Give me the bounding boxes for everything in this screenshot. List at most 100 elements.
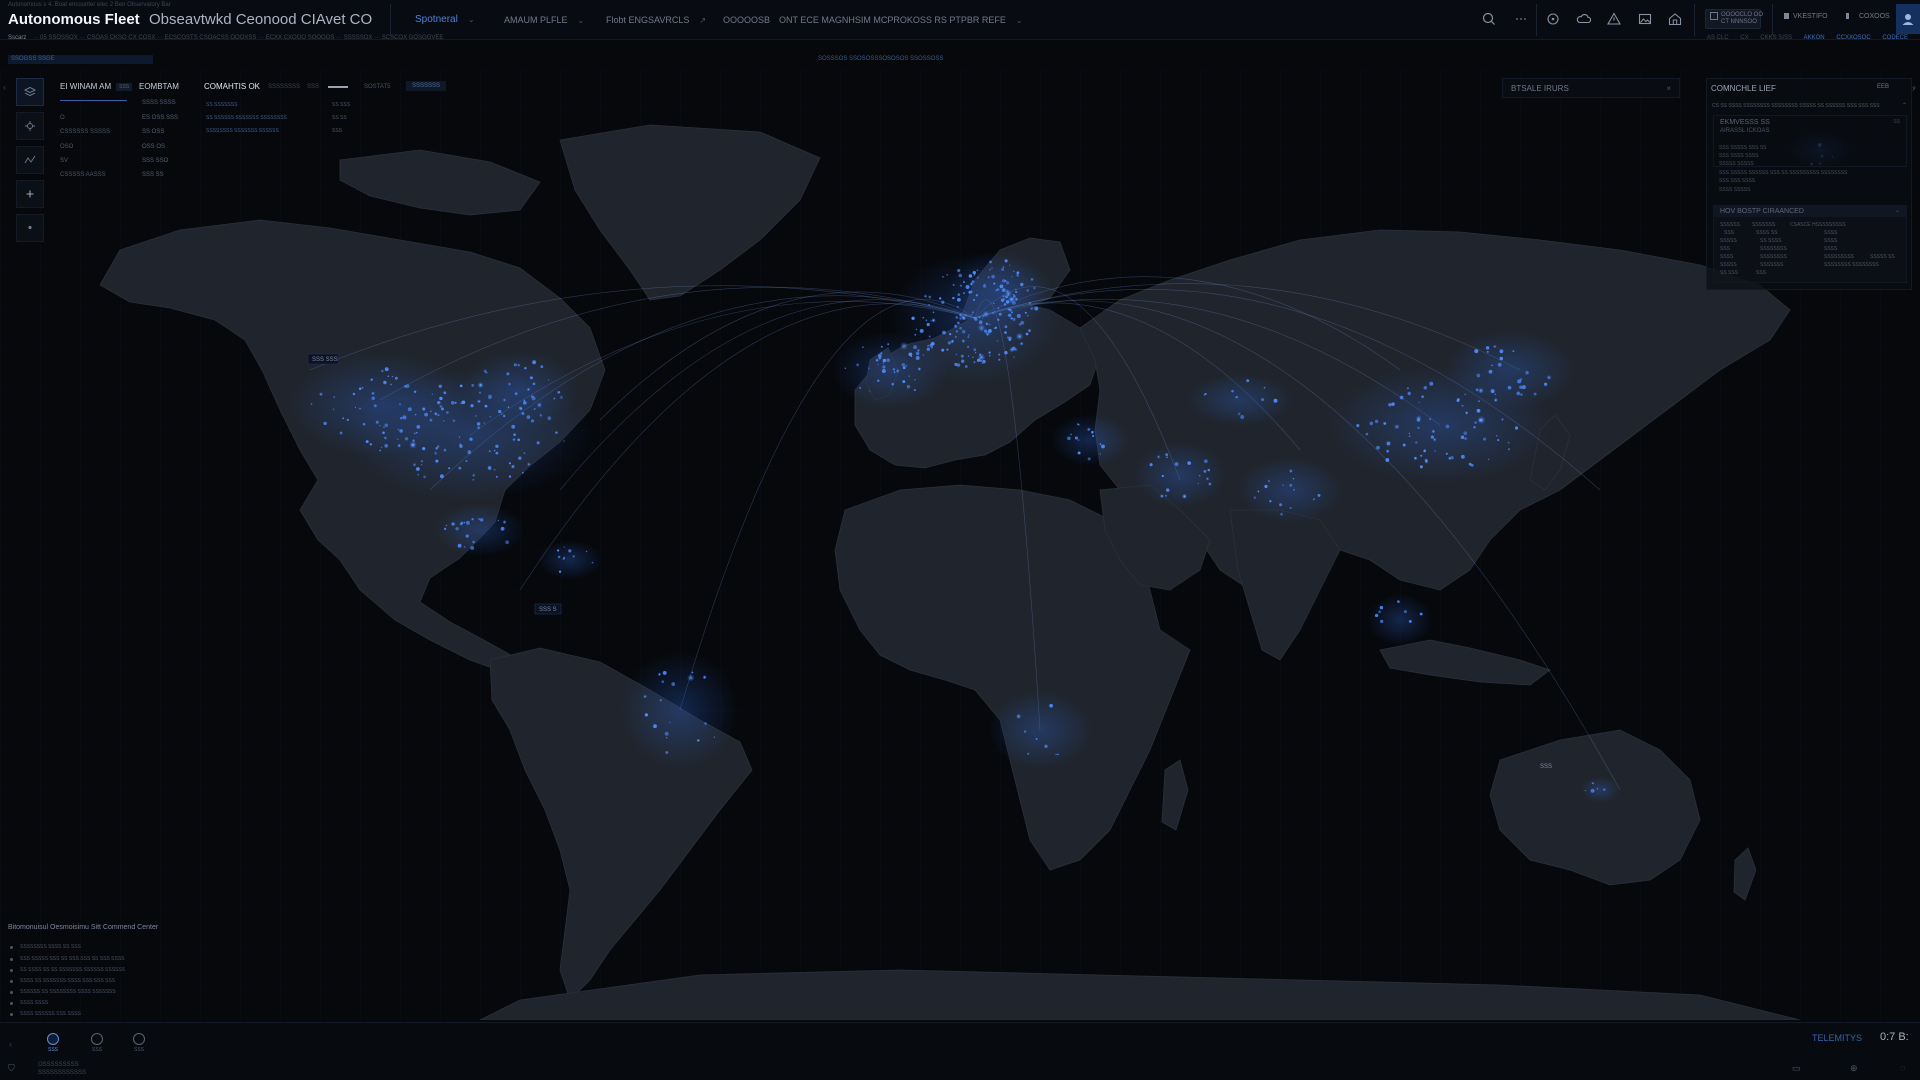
fleet-node [399,416,403,420]
fleet-node [518,406,524,411]
fleet-node [917,366,922,372]
fleet-node [988,354,991,357]
more-icon[interactable] [1512,10,1530,28]
sub-bar-item[interactable]: CCXXOSOC [1836,35,1870,41]
zoom-icon[interactable]: ⊕ [1850,1063,1858,1074]
fleet-node [493,449,496,452]
shield-icon[interactable]: ⛉ [8,1063,15,1074]
fleet-node [976,358,981,363]
search-icon[interactable] [1480,10,1498,28]
nav-item-primary[interactable]: Spotneral ⌄ [415,14,475,25]
bell-icon [1784,13,1789,19]
broadcast-panel[interactable]: BTSALE IRURS × [1502,78,1680,98]
fleet-node [968,334,970,336]
sub-bar-item[interactable]: CX [1740,35,1748,41]
fleet-node [477,381,484,389]
close-icon[interactable]: × [1666,84,1671,93]
fleet-node [982,317,984,319]
filter-center[interactable]: SOSSSOS SSOSOSSSOSOSOS SSOSSOSS [818,56,943,62]
fleet-node [1386,441,1391,446]
add-button[interactable] [16,180,44,208]
alert-icon[interactable] [1605,10,1623,28]
sub-bar-item[interactable]: CKKS SISS [1760,35,1792,41]
nav-item-4[interactable]: OOOOOSB [723,15,770,25]
fleet-node [361,386,364,389]
fleet-node [1055,753,1057,756]
avatar[interactable] [1896,4,1920,34]
layers-button[interactable] [16,78,44,106]
legend-item: SSSS SSSSSS SSS SSSS [10,1011,81,1017]
fleet-node [1020,282,1024,287]
calendar-icon[interactable]: ▭ [1792,1063,1801,1074]
fleet-node [1282,484,1285,487]
fleet-node [463,521,466,524]
fleet-node [1420,454,1423,457]
dock-button-fleet[interactable]: SSS [40,1029,66,1053]
chat-icon[interactable]: ◌ [1900,1063,1905,1073]
fleet-node [442,447,448,453]
fleet-node [1161,474,1164,478]
sub-bar-item[interactable]: CODECE [1882,35,1908,41]
location-button[interactable] [16,214,44,242]
fleet-node [1584,789,1587,792]
nav-item-2[interactable]: AMAUM PLFLE ⌄ [504,15,584,25]
fleet-node [522,471,524,474]
tab-3[interactable]: COMAHTIS OK [204,82,260,91]
tab-5[interactable]: SSS [307,84,319,90]
chevron-left-icon[interactable]: ‹ [9,1039,12,1049]
activity-button[interactable] [16,146,44,174]
nav-label: ONT ECE MAGNHSIM MCPROKOSS RS PTPBR REFE [779,15,1006,25]
fleet-node [1408,435,1411,438]
fleet-node [498,409,502,414]
fleet-node [405,384,410,388]
fleet-node [1474,349,1479,354]
fleet-node [431,393,433,395]
chevron-right-icon[interactable]: › [1912,83,1915,93]
tab-6[interactable]: SOSTAT5 [364,84,390,90]
fleet-node [942,276,944,278]
fleet-node [941,348,945,352]
fleet-node [437,400,441,405]
stat-key: O [60,115,65,121]
fleet-node [956,305,959,308]
notifications-button[interactable]: VKESTIFO [1784,13,1828,20]
fleet-node [644,713,649,717]
fleet-node [1273,398,1278,403]
tab-progress [328,86,348,88]
tab-overview[interactable]: EI WINAM AM SSS [60,82,133,91]
status-chip[interactable]: OOOOCLO OO CT NNNSOO [1705,9,1763,29]
target-icon[interactable] [1544,10,1562,28]
section-badge[interactable]: SS [1893,119,1900,125]
cloud-icon[interactable] [1575,10,1593,28]
tab-7[interactable]: SSSSSSS [406,81,447,91]
filter-chip[interactable]: SSOGSS SSGE [8,55,153,64]
fleet-node [1492,344,1497,349]
fleet-node [956,320,961,326]
legend-item: SSS SSSSS SSS SS SSS SSS SS SSS SSSS [10,956,125,962]
tab-4[interactable]: SSSSSSSS [268,84,300,90]
dock-button-play[interactable]: SSS [84,1029,110,1053]
world-map[interactable]: SSS SSS SSS S SSS [0,70,1920,1020]
panel-badge[interactable]: EEB [1877,84,1889,90]
fleet-node [439,474,444,479]
fleet-node [928,304,930,306]
sub-bar-item[interactable]: AKKON [1804,35,1825,41]
dock-button-settings[interactable]: SSS [126,1029,152,1053]
chevron-left-icon[interactable]: ‹ [3,82,6,92]
tab-2[interactable]: EOMBTAM [139,82,179,91]
sub-bar-item[interactable]: AS CLC [1707,35,1729,41]
fleet-node [399,429,403,433]
nav-item-3[interactable]: Flobt ENGSAVRCLS ↗ [606,15,706,25]
section-header[interactable]: HOV BOSTP CIRAANCED ⌄ [1714,206,1906,217]
fleet-node [1494,393,1497,396]
stat-row: OSO OSS OS [60,144,165,150]
telemetry-label[interactable]: TELEMITYS [1812,1033,1862,1043]
chevron-down-icon[interactable]: ⌃ [1902,102,1907,109]
account-button[interactable]: COXOOS [1846,13,1890,20]
fleet-node [973,274,976,276]
satellite-button[interactable] [16,112,44,140]
fleet-node [1312,498,1315,501]
nav-item-5[interactable]: ONT ECE MAGNHSIM MCPROKOSS RS PTPBR REFE… [779,15,1023,25]
image-icon[interactable] [1636,10,1654,28]
home-icon[interactable] [1666,10,1684,28]
